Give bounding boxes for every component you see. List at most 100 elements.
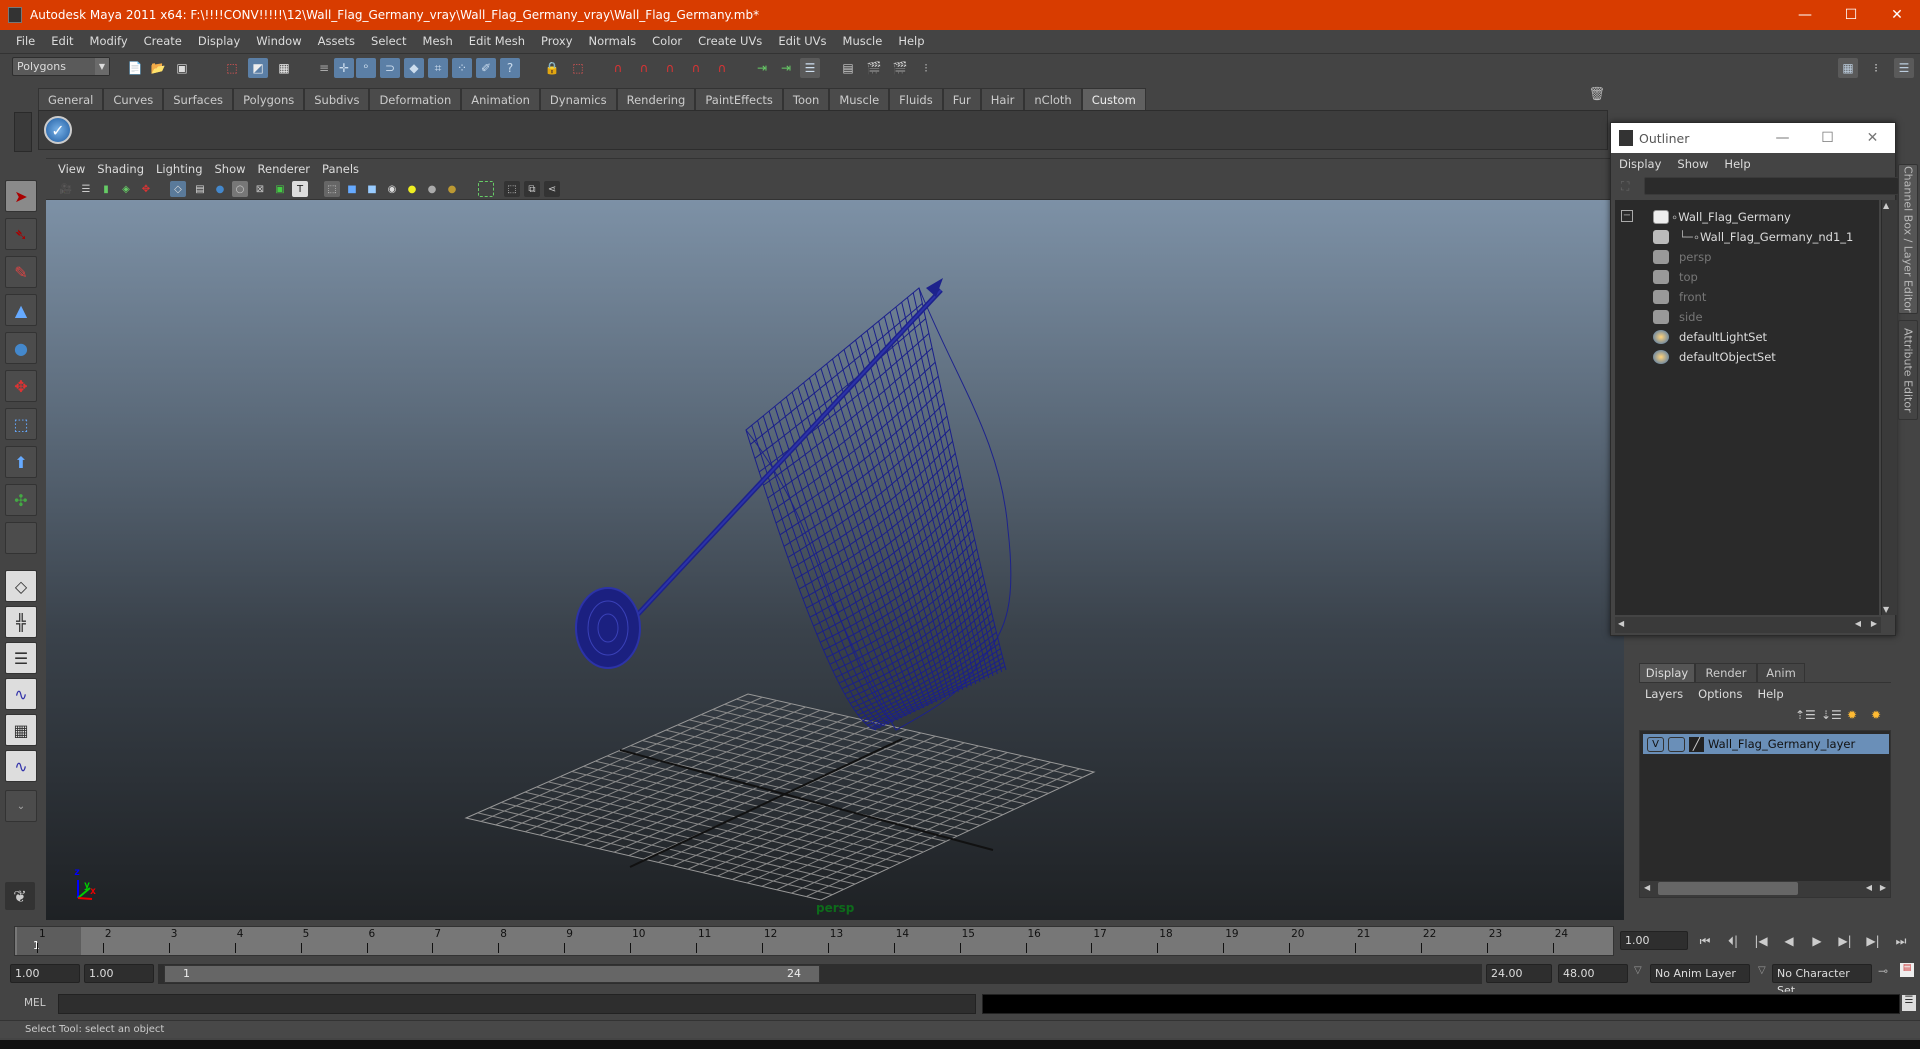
shelf-tab-subdivs[interactable]: Subdivs	[304, 88, 370, 110]
scroll-left-icon[interactable]: ◀	[1644, 883, 1650, 892]
snap-curve-icon[interactable]: ᵒ	[356, 58, 376, 78]
scroll-left-icon[interactable]: ◀	[1855, 619, 1861, 628]
menu-color[interactable]: Color	[644, 34, 690, 48]
script-icon[interactable]: ☰	[800, 58, 820, 78]
menu-edit-mesh[interactable]: Edit Mesh	[461, 34, 533, 48]
select-tool-icon[interactable]: ➤	[5, 180, 37, 212]
lasso-tool-icon[interactable]: ➴	[5, 218, 37, 250]
menu-modify[interactable]: Modify	[82, 34, 136, 48]
menu-edit-uvs[interactable]: Edit UVs	[770, 34, 834, 48]
outliner-minimize-button[interactable]: —	[1760, 123, 1805, 153]
menu-proxy[interactable]: Proxy	[533, 34, 581, 48]
layer-menu-options[interactable]: Options	[1698, 687, 1757, 701]
outliner-vertical-scrollbar[interactable]: ▲ ▼	[1881, 200, 1897, 615]
layer-type-toggle[interactable]	[1668, 736, 1685, 752]
four-view-layout-icon[interactable]: ╬	[5, 606, 37, 638]
channel-box-layer-editor-tab[interactable]: Channel Box / Layer Editor	[1898, 164, 1918, 314]
new-layer-selected-icon[interactable]: ✹	[1871, 708, 1881, 722]
menu-assets[interactable]: Assets	[310, 34, 363, 48]
field-chart-icon[interactable]: ⊠	[252, 181, 268, 197]
select-hierarchy-icon[interactable]: ⬚	[222, 58, 242, 78]
layer-horizontal-scrollbar[interactable]: ◀ ◀ ▶	[1640, 881, 1890, 897]
menu-file[interactable]: File	[8, 34, 43, 48]
shelf-tab-dynamics[interactable]: Dynamics	[539, 88, 617, 110]
step-forward-key-icon[interactable]: ▶|	[1834, 934, 1856, 948]
xray-joints-icon[interactable]: ⧉	[524, 181, 540, 197]
scroll-left-icon[interactable]: ◀	[1866, 883, 1872, 892]
menu-window[interactable]: Window	[248, 34, 309, 48]
image-plane-icon[interactable]: ◈	[118, 181, 134, 197]
panel-menu-shading[interactable]: Shading	[93, 162, 152, 176]
shelf-tab-rendering[interactable]: Rendering	[616, 88, 696, 110]
snap-live-icon[interactable]: ⁘	[452, 58, 472, 78]
go-to-start-icon[interactable]: ⏮	[1694, 934, 1716, 949]
scale-tool-icon[interactable]: ✥	[5, 370, 37, 402]
scroll-down-icon[interactable]: ▼	[1883, 605, 1889, 614]
outliner-item[interactable]: defaultLightSet	[1653, 327, 1767, 347]
persp-graph-layout-icon[interactable]: ∿	[5, 678, 37, 710]
bookmarks-icon[interactable]: ▮	[98, 181, 114, 197]
hypershade-persp-layout-icon[interactable]: ▦	[5, 714, 37, 746]
anim-layer-field[interactable]: No Anim Layer	[1650, 964, 1750, 983]
maximize-button[interactable]: ☐	[1828, 0, 1874, 30]
playback-start-field[interactable]: 1.00	[84, 964, 154, 983]
grid-toggle-icon[interactable]: ◇	[170, 181, 186, 197]
shelf-tab-fur[interactable]: Fur	[942, 88, 981, 110]
shelf-tab-surfaces[interactable]: Surfaces	[163, 88, 234, 110]
snap-point-icon[interactable]: ⊃	[380, 58, 400, 78]
lock-icon[interactable]: 🔒	[542, 58, 562, 78]
outliner-item[interactable]: persp	[1653, 247, 1711, 267]
shelf-tab-custom[interactable]: Custom	[1081, 88, 1146, 110]
last-tool-slot[interactable]	[5, 522, 37, 554]
scroll-up-icon[interactable]: ▲	[1883, 201, 1889, 210]
perspective-viewport[interactable]: z y x persp	[46, 200, 1624, 920]
snap-plane-icon[interactable]: ◆	[404, 58, 424, 78]
outliner-close-button[interactable]: ✕	[1850, 123, 1895, 153]
trash-icon[interactable]: 🗑	[1588, 87, 1605, 102]
range-slider[interactable]: 1 24	[164, 965, 820, 983]
maya-logo-icon[interactable]: ❦	[5, 882, 35, 910]
single-perspective-layout-icon[interactable]: ◇	[5, 570, 37, 602]
step-back-key-icon[interactable]: |◀	[1750, 934, 1772, 948]
panel-menu-view[interactable]: View	[54, 162, 93, 176]
all-lights-icon[interactable]: ●	[424, 181, 440, 197]
menu-create-uvs[interactable]: Create UVs	[690, 34, 770, 48]
render-settings-icon[interactable]: ∩	[686, 58, 706, 78]
textured-icon[interactable]: ◉	[384, 181, 400, 197]
safe-title-icon[interactable]: T	[292, 181, 308, 197]
scroll-thumb[interactable]	[1658, 882, 1798, 895]
selection-highlight-icon[interactable]: ⬚	[568, 58, 588, 78]
shelf-tab-hair[interactable]: Hair	[980, 88, 1025, 110]
save-scene-icon[interactable]: ▣	[172, 58, 192, 78]
close-button[interactable]: ✕	[1874, 0, 1920, 30]
go-to-end-icon[interactable]: ⏭	[1890, 934, 1912, 949]
attribute-editor-toggle-icon[interactable]: ▦	[1838, 58, 1858, 78]
layer-menu-layers[interactable]: Layers	[1645, 687, 1698, 701]
shelf-handle[interactable]	[14, 112, 32, 152]
manipulator-tool-icon[interactable]: ⬚	[5, 408, 37, 440]
end-time-field[interactable]: 48.00	[1558, 964, 1628, 983]
outliner-menu-display[interactable]: Display	[1619, 157, 1677, 171]
channel-box-toggle-icon[interactable]: ☰	[1894, 58, 1914, 78]
collapse-toggle-icon[interactable]: −	[1621, 210, 1633, 222]
hypergraph-layout-icon[interactable]: ∿	[5, 750, 37, 782]
rotate-tool-icon[interactable]: ●	[5, 332, 37, 364]
menu-normals[interactable]: Normals	[581, 34, 645, 48]
input-line-icon[interactable]: ⇥	[752, 58, 772, 78]
render-flags-icon[interactable]: ⁝	[916, 58, 936, 78]
panel-menu-show[interactable]: Show	[211, 162, 254, 176]
anim-layer-dropdown-icon[interactable]: ▽	[1634, 965, 1642, 976]
input-line-mode-icon[interactable]: ⇥	[776, 58, 796, 78]
current-time-indicator[interactable]	[17, 927, 81, 955]
outliner-menu-help[interactable]: Help	[1724, 157, 1766, 171]
panel-menu-lighting[interactable]: Lighting	[152, 162, 210, 176]
menu-edit[interactable]: Edit	[43, 34, 81, 48]
time-slider[interactable]: 1 12345678910111213141516171819202122232…	[14, 926, 1614, 956]
shelf-tab-animation[interactable]: Animation	[461, 88, 540, 110]
shelf-tab-polygons[interactable]: Polygons	[233, 88, 305, 110]
shelf-tab-general[interactable]: General	[38, 88, 104, 110]
safe-action-icon[interactable]: ▣	[272, 181, 288, 197]
shelf-tab-deformation[interactable]: Deformation	[369, 88, 462, 110]
open-scene-icon[interactable]: 📂	[148, 58, 168, 78]
render-current-icon[interactable]: ∩	[634, 58, 654, 78]
